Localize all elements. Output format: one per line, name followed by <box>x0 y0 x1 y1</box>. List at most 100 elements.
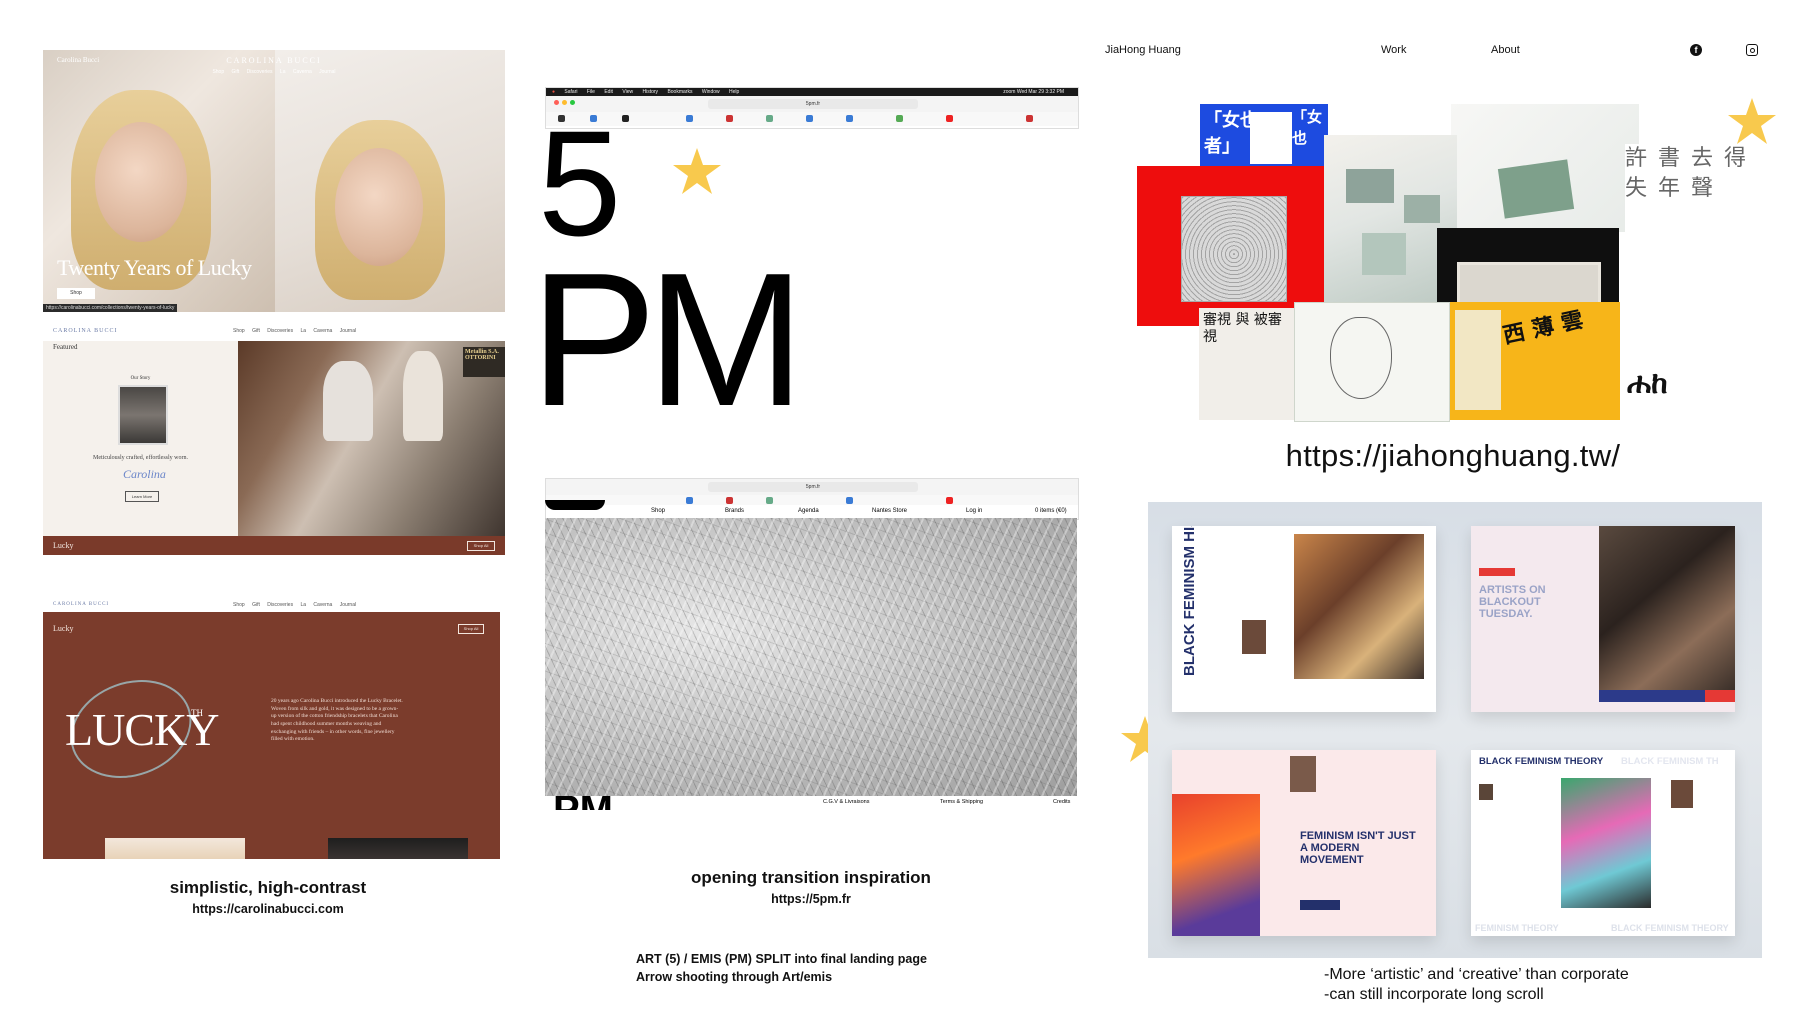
bookmarks-bar <box>546 112 1078 126</box>
black-feminism-mockups: BLACK FEMINISM HISTORY ARTISTS ON BLACKO… <box>1148 502 1762 958</box>
shop-all-button[interactable]: Shop All <box>467 541 495 551</box>
menu-item[interactable]: Bookmarks <box>667 89 692 95</box>
nav-cart[interactable]: 0 items (€0) <box>1035 508 1067 514</box>
bookmark-icon[interactable] <box>896 115 903 122</box>
learn-more-button[interactable]: Learn More <box>125 491 159 502</box>
facebook-icon[interactable]: f <box>1690 44 1702 56</box>
bookmark-icon[interactable] <box>766 497 773 504</box>
card-title: FEMINISM ISN'T JUST A MODERN MOVEMENT <box>1300 830 1416 866</box>
mockup-card: BLACK FEMINISM HISTORY <box>1172 526 1436 712</box>
card-title: ARTISTS ON BLACKOUT TUESDAY. <box>1479 584 1546 620</box>
menu-item[interactable]: View <box>622 89 633 95</box>
mac-menubar: ● Safari File Edit View History Bookmark… <box>546 88 1078 96</box>
yellow-poster: 西 薄 雲 <box>1450 302 1620 420</box>
workshop-photo: Metallin S.A. OTTORINI <box>238 341 505 536</box>
featured-label: Featured <box>53 343 78 351</box>
bookmark-icon[interactable] <box>946 115 953 122</box>
top-left-link[interactable]: Carolina Bucci <box>57 56 99 64</box>
red-strip <box>1705 690 1735 702</box>
note-line: -More ‘artistic’ and ‘creative’ than cor… <box>1324 966 1629 983</box>
bookmark-icon[interactable] <box>846 497 853 504</box>
thumb-photo <box>1671 780 1693 808</box>
big-pm: PM <box>530 234 805 446</box>
footer-link[interactable]: C.G.V & Livraisons <box>823 799 869 805</box>
thumb-photo <box>1242 620 1266 654</box>
shop-all-button[interactable]: Shop All <box>458 624 484 634</box>
group-photo <box>1294 534 1424 679</box>
blue-poster: 「女也 者」 「女也 <box>1200 104 1328 166</box>
logo-stamp: ሐከ <box>1627 366 1668 401</box>
nav-login[interactable]: Log in <box>966 508 982 514</box>
lucky-paragraph: 20 years ago Carolina Bucci introduced t… <box>271 698 403 743</box>
caption-url[interactable]: https://carolinabucci.com <box>43 902 493 916</box>
bookmarks-bar <box>546 495 1078 505</box>
portfolio-collage: 「女也 者」 「女也 許 書 去 得 失 年 聲 審視 與 被審視 西 薄 雲 ሐ… <box>1137 104 1757 422</box>
ghost-footer: BLACK FEMINISM THEORY <box>1611 923 1729 933</box>
menubar-clock: zoom Wed Mar 29 3:32 PM <box>1003 89 1064 95</box>
nav-about[interactable]: About <box>1491 44 1520 56</box>
bookmark-icon[interactable] <box>1026 115 1033 122</box>
door-image <box>118 385 168 445</box>
instagram-icon[interactable] <box>1746 44 1758 56</box>
site-name[interactable]: JiaHong Huang <box>1105 44 1181 56</box>
story-label: Our Story <box>130 376 151 381</box>
card-title: BLACK FEMINISM HISTORY <box>1181 526 1198 676</box>
site-nav[interactable]: Shop Gift Discoveries La Caverna Journal <box>212 69 335 75</box>
calligraphy: 許 書 去 得 失 年 聲 <box>1625 144 1757 364</box>
collage-photo <box>1561 778 1651 908</box>
carolina-bucci-hero-screenshot: Carolina Bucci CAROLINA BUCCI Shop Gift … <box>43 50 505 312</box>
ghost-title: BLACK FEMINISM TH <box>1621 756 1719 767</box>
bookmark-icon[interactable] <box>686 115 693 122</box>
red-tag <box>1479 568 1515 576</box>
nav-shop[interactable]: Shop <box>651 508 665 514</box>
nav-store[interactable]: Nantes Store <box>872 508 907 514</box>
site-footer-5pm: PM C.G.V & Livraisons Terms & Shipping C… <box>545 796 1077 810</box>
menu-item[interactable]: Help <box>729 89 739 95</box>
bookmark-icon[interactable] <box>806 115 813 122</box>
menu-item[interactable]: File <box>587 89 595 95</box>
bookmark-icon[interactable] <box>766 115 773 122</box>
read-more-button[interactable] <box>1300 900 1340 910</box>
note-line: -can still incorporate long scroll <box>1324 986 1544 1003</box>
site-nav[interactable]: Shop Gift Discoveries La Caverna Journal <box>233 328 356 334</box>
design-note: -More ‘artistic’ and ‘creative’ than cor… <box>1324 965 1629 1005</box>
brand-logo[interactable]: CAROLINA BUCCI <box>53 328 118 334</box>
bookmark-icon[interactable] <box>726 115 733 122</box>
cd-artwork <box>1181 196 1287 302</box>
caption-title: opening transition inspiration <box>691 868 931 887</box>
shop-button[interactable]: Shop <box>57 288 95 299</box>
footer-link[interactable]: Credits <box>1053 799 1070 805</box>
menu-item[interactable]: History <box>642 89 658 95</box>
shop-sign: Metallin S.A. OTTORINI <box>463 347 505 377</box>
nav-agenda[interactable]: Agenda <box>798 508 819 514</box>
ghost-footer: FEMINISM THEORY <box>1475 923 1559 933</box>
brand-logo[interactable]: CAROLINA BUCCI <box>53 602 109 607</box>
bookmark-icon[interactable] <box>686 497 693 504</box>
menu-item[interactable]: Safari <box>564 89 577 95</box>
footer-bar: Lucky Shop All <box>43 536 505 555</box>
address-bar[interactable]: 5pm.fr <box>708 482 918 492</box>
signature: Carolina <box>123 467 166 481</box>
caption-url[interactable]: https://jiahonghuang.tw/ <box>1135 438 1771 474</box>
bookmark-icon[interactable] <box>726 497 733 504</box>
twentieth-mark: TH <box>191 708 203 718</box>
paper-photo <box>1451 104 1639 232</box>
nav-brands[interactable]: Brands <box>725 508 744 514</box>
nav-work[interactable]: Work <box>1381 44 1406 56</box>
bookmark-icon[interactable] <box>622 115 629 122</box>
menu-item[interactable]: Window <box>702 89 720 95</box>
poster-insert <box>1250 112 1292 164</box>
apple-icon[interactable]: ● <box>552 89 555 95</box>
brand-logo[interactable]: CAROLINA BUCCI <box>226 56 321 65</box>
model-photo-right <box>275 50 505 312</box>
caption-url[interactable]: https://5pm.fr <box>545 892 1077 906</box>
bookmark-icon[interactable] <box>946 497 953 504</box>
address-bar[interactable]: 5pm.fr <box>708 99 918 109</box>
mockup-card: ARTISTS ON BLACKOUT TUESDAY. <box>1471 526 1735 712</box>
site-nav[interactable]: Shop Gift Discoveries La Caverna Journal <box>233 602 356 608</box>
menu-item[interactable]: Edit <box>604 89 613 95</box>
thumb-photo <box>1479 784 1493 800</box>
bookmark-icon[interactable] <box>846 115 853 122</box>
footer-link[interactable]: Terms & Shipping <box>940 799 983 805</box>
footer-title: Lucky <box>53 541 74 550</box>
